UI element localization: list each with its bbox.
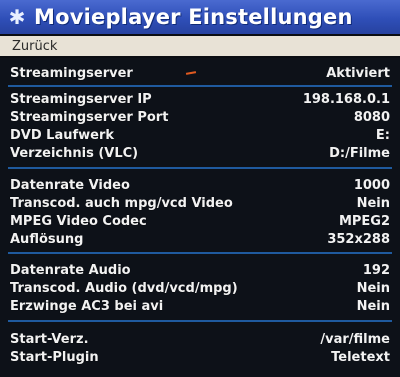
setting-value: 352x288 [327, 231, 390, 247]
setting-row-dvd-laufwerk[interactable]: DVD Laufwerk E: [10, 126, 390, 144]
separator [8, 167, 392, 169]
setting-label: Streamingserver [10, 65, 133, 81]
setting-label: Transcod. Audio (dvd/vcd/mpg) [10, 280, 238, 296]
page-title: Movieplayer Einstellungen [34, 5, 353, 29]
back-button[interactable]: Zurück [0, 36, 400, 56]
separator [8, 252, 392, 254]
setting-value: Nein [356, 280, 390, 296]
setting-row-start-verz[interactable]: Start-Verz. /var/filme [10, 330, 390, 348]
setting-value: 8080 [353, 109, 390, 125]
setting-row-streamingserver[interactable]: Streamingserver Aktiviert [10, 64, 390, 82]
setting-value: Teletext [331, 349, 390, 365]
setting-value: /var/filme [320, 331, 390, 347]
settings-list: Streamingserver Aktiviert Streamingserve… [0, 58, 400, 377]
setting-label: Start-Verz. [10, 331, 89, 347]
setting-value: E: [375, 127, 390, 143]
setting-label: Verzeichnis (VLC) [10, 145, 139, 161]
setting-row-transcod-video[interactable]: Transcod. auch mpg/vcd Video Nein [10, 194, 390, 212]
setting-value: Nein [356, 195, 390, 211]
setting-label: MPEG Video Codec [10, 213, 147, 229]
movieplayer-settings-screen: ✱ Movieplayer Einstellungen Zurück Strea… [0, 0, 400, 377]
setting-label: Erzwinge AC3 bei avi [10, 298, 164, 314]
title-bar: ✱ Movieplayer Einstellungen [0, 0, 400, 34]
setting-value: Aktiviert [326, 65, 390, 81]
setting-row-verzeichnis-vlc[interactable]: Verzeichnis (VLC) D:/Filme [10, 144, 390, 162]
setting-value: 192 [362, 262, 390, 278]
separator [8, 85, 392, 87]
setting-row-transcod-audio[interactable]: Transcod. Audio (dvd/vcd/mpg) Nein [10, 279, 390, 297]
setting-value: D:/Filme [329, 145, 390, 161]
setting-row-streamingserver-ip[interactable]: Streamingserver IP 198.168.0.1 [10, 90, 390, 108]
setting-label: Auflösung [10, 231, 84, 247]
setting-row-datenrate-video[interactable]: Datenrate Video 1000 [10, 176, 390, 194]
setting-value: Nein [356, 298, 390, 314]
setting-row-erzwinge-ac3[interactable]: Erzwinge AC3 bei avi Nein [10, 297, 390, 315]
back-button-label: Zurück [12, 38, 58, 54]
setting-label: Streamingserver Port [10, 109, 169, 125]
setting-row-streamingserver-port[interactable]: Streamingserver Port 8080 [10, 108, 390, 126]
setting-value: 198.168.0.1 [302, 91, 390, 107]
setting-label: Streamingserver IP [10, 91, 152, 107]
setting-row-aufloesung[interactable]: Auflösung 352x288 [10, 230, 390, 248]
setting-row-mpeg-video-codec[interactable]: MPEG Video Codec MPEG2 [10, 212, 390, 230]
setting-label: Transcod. auch mpg/vcd Video [10, 195, 233, 211]
setting-row-start-plugin[interactable]: Start-Plugin Teletext [10, 348, 390, 366]
setting-label: DVD Laufwerk [10, 127, 115, 143]
setting-value: 1000 [353, 177, 390, 193]
setting-row-datenrate-audio[interactable]: Datenrate Audio 192 [10, 261, 390, 279]
setting-value: MPEG2 [338, 213, 390, 229]
asterisk-icon: ✱ [8, 5, 26, 29]
setting-label: Datenrate Video [10, 177, 130, 193]
setting-label: Start-Plugin [10, 349, 99, 365]
separator [8, 320, 392, 322]
setting-label: Datenrate Audio [10, 262, 131, 278]
